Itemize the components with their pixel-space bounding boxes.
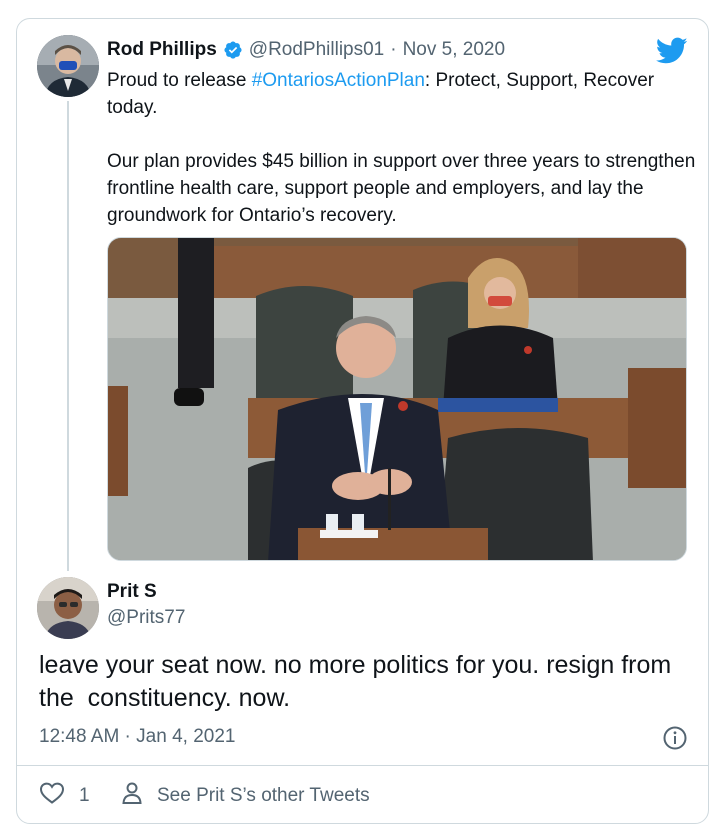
reply-author-handle[interactable]: @Prits77 [107, 607, 185, 629]
parent-author-name[interactable]: Rod Phillips [107, 39, 217, 61]
parent-author-handle[interactable]: @RodPhillips01 [249, 39, 384, 61]
parent-tweet-text: Proud to release #OntariosActionPlan: Pr… [107, 67, 697, 229]
header-separator: · [390, 39, 397, 60]
see-other-tweets-link[interactable]: See Prit S’s other Tweets [121, 781, 370, 811]
reply-tweet-text: leave your seat now. no more politics fo… [39, 651, 679, 712]
parent-author-avatar[interactable] [37, 35, 99, 97]
reply-timestamp[interactable]: 12:48 AM · Jan 4, 2021 [39, 726, 235, 748]
tweet-media-photo[interactable] [107, 237, 687, 561]
see-other-tweets-label: See Prit S’s other Tweets [157, 785, 370, 806]
like-button[interactable]: 1 [39, 781, 90, 811]
reply-author-avatar[interactable] [37, 577, 99, 639]
verified-badge-icon [223, 40, 243, 60]
embedded-tweet-card: Rod Phillips @RodPhillips01 · Nov 5, 202… [16, 18, 709, 824]
parent-tweet-header: Rod Phillips @RodPhillips01 · Nov 5, 202… [107, 37, 505, 63]
person-icon [121, 781, 143, 811]
heart-icon [39, 781, 65, 811]
parent-tweet-date[interactable]: Nov 5, 2020 [403, 39, 505, 61]
hashtag-link[interactable]: #OntariosActionPlan [252, 70, 425, 91]
like-count: 1 [79, 785, 90, 806]
footer-divider [17, 765, 708, 766]
tweet-text-prefix: Proud to release [107, 70, 252, 91]
info-icon[interactable] [662, 725, 688, 751]
reply-author-name[interactable]: Prit S [107, 581, 157, 603]
thread-connector-line [67, 101, 69, 571]
tweet-text-paragraph: Our plan provides $45 billion in support… [107, 151, 696, 226]
twitter-bird-icon[interactable] [655, 37, 688, 65]
